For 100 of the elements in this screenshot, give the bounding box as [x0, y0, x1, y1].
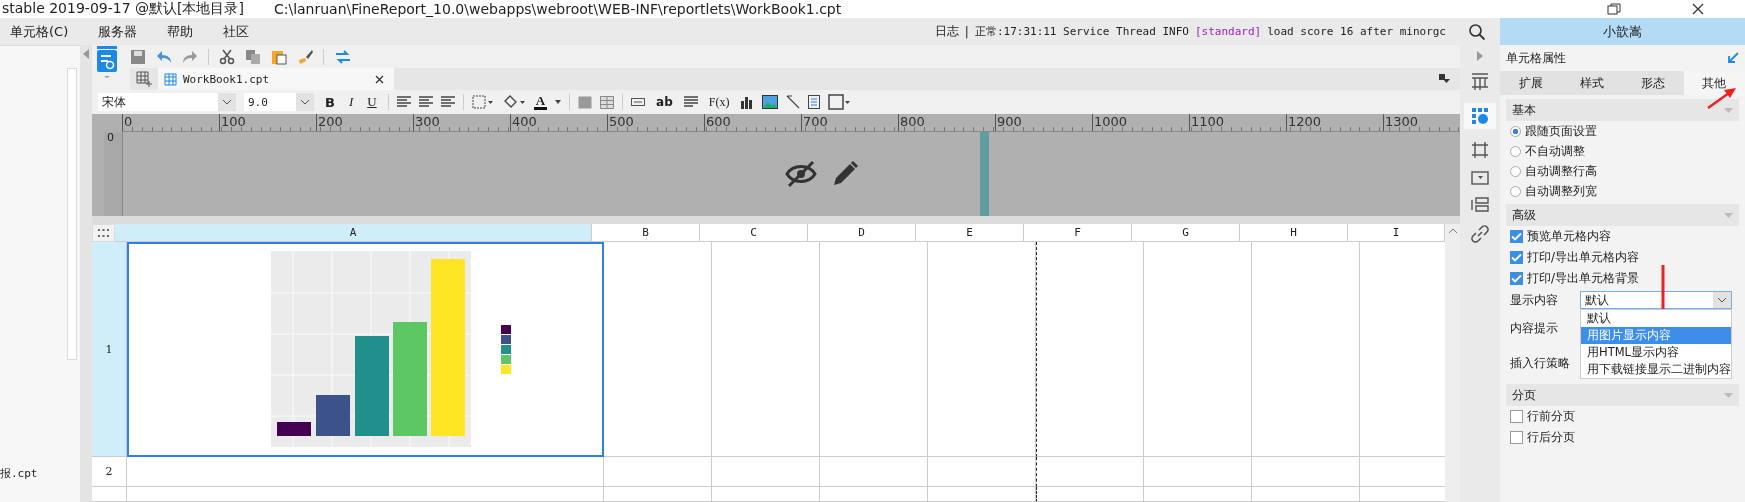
radio[interactable] — [1510, 165, 1521, 177]
brush-icon[interactable] — [297, 48, 313, 65]
file-tab[interactable]: WorkBook1.cpt — [158, 68, 394, 90]
checkbox[interactable] — [1510, 251, 1523, 264]
menu-item[interactable]: 单元格(C) — [0, 22, 89, 41]
scrollbar[interactable] — [67, 68, 77, 360]
split-cells-icon[interactable] — [600, 95, 615, 109]
cell-info-icon[interactable] — [1471, 107, 1489, 125]
column-header[interactable]: F — [1024, 224, 1132, 242]
column-header[interactable]: A — [115, 224, 592, 242]
copy-icon[interactable] — [245, 48, 261, 65]
property-tab[interactable]: 扩展 — [1500, 71, 1562, 95]
checkbox[interactable] — [1510, 431, 1523, 444]
radio[interactable] — [1510, 145, 1521, 157]
checkbox[interactable] — [1510, 410, 1523, 423]
merge-cells-icon[interactable] — [578, 95, 593, 109]
row-header[interactable]: 1 — [92, 242, 127, 457]
chevron-up-icon[interactable] — [1447, 228, 1458, 234]
radio-option[interactable]: 不自动调整 — [1506, 141, 1585, 161]
text-style-button[interactable]: I — [345, 94, 357, 110]
radio-option[interactable]: 自动调整行高 — [1506, 161, 1597, 181]
checkbox[interactable] — [1510, 230, 1523, 243]
table-cell[interactable] — [1144, 487, 1252, 502]
section-header[interactable]: 基本 — [1506, 99, 1739, 121]
align-icon[interactable] — [440, 96, 455, 108]
table-cell[interactable] — [604, 242, 712, 457]
close-icon[interactable] — [1691, 3, 1705, 15]
table-cell[interactable] — [1036, 457, 1144, 487]
crop-frame-icon[interactable] — [1471, 141, 1489, 159]
swap-icon[interactable] — [334, 48, 352, 65]
column-header[interactable]: B — [592, 224, 700, 242]
dropdown-icon[interactable] — [1439, 74, 1450, 84]
table-cell[interactable] — [127, 242, 604, 457]
column-header[interactable]: H — [1240, 224, 1348, 242]
align-icon[interactable] — [418, 96, 433, 108]
dropdown-option[interactable]: 用下载链接显示二进制内容 — [1581, 361, 1731, 378]
layers-icon[interactable] — [1471, 197, 1489, 213]
caret-icon[interactable] — [555, 100, 562, 104]
column-header[interactable]: E — [916, 224, 1024, 242]
table-cell[interactable] — [820, 487, 928, 502]
radio[interactable] — [1510, 125, 1521, 137]
link-icon[interactable] — [1471, 225, 1489, 243]
widget-icon[interactable] — [1471, 171, 1489, 185]
property-tab[interactable]: 其他 — [1683, 71, 1745, 95]
close-icon[interactable] — [375, 74, 384, 84]
table-cell[interactable] — [928, 242, 1036, 457]
table-cell[interactable] — [820, 242, 928, 457]
checkbox-option[interactable]: 预览单元格内容 — [1506, 226, 1611, 247]
font-select[interactable]: 宋体 — [98, 93, 236, 111]
dropdown-option[interactable]: 用HTML显示内容 — [1581, 344, 1731, 361]
table-cell[interactable] — [1144, 242, 1252, 457]
table-cell[interactable] — [712, 242, 820, 457]
paste-icon[interactable] — [271, 48, 287, 65]
dropdown-option[interactable]: 默认 — [1581, 310, 1731, 327]
bar-chart-icon[interactable] — [740, 95, 755, 109]
menu-item[interactable]: 社区 — [213, 22, 270, 41]
section-header[interactable]: 高级 — [1506, 204, 1739, 226]
text-style-button[interactable]: B — [322, 94, 338, 110]
table-cell[interactable] — [1252, 242, 1360, 457]
table-cell[interactable] — [604, 457, 712, 487]
formula-button[interactable]: F(x) — [705, 94, 733, 110]
font-color-button[interactable]: A — [533, 94, 548, 110]
form-icon[interactable] — [808, 95, 821, 109]
checkbox-option[interactable]: 行前分页 — [1506, 406, 1575, 427]
checkbox-option[interactable]: 行后分页 — [1506, 427, 1575, 448]
redo-icon[interactable] — [182, 48, 198, 65]
table-cell[interactable] — [127, 487, 604, 502]
table-icon[interactable] — [1471, 73, 1489, 91]
image-icon[interactable] — [762, 95, 779, 109]
scrollbar[interactable] — [1445, 224, 1460, 502]
table-cell[interactable] — [712, 457, 820, 487]
checkbox-option[interactable]: 打印/导出单元格内容 — [1506, 247, 1640, 268]
expand-icon[interactable] — [1477, 51, 1483, 61]
font-size-select[interactable]: 9.0 — [244, 93, 314, 111]
table-cell[interactable] — [820, 457, 928, 487]
collapse-icon[interactable] — [83, 49, 89, 59]
table-cell[interactable] — [604, 487, 712, 502]
row-header[interactable] — [92, 487, 127, 502]
arrow-icon[interactable] — [1727, 52, 1739, 64]
property-tab[interactable]: 形态 — [1622, 71, 1684, 95]
text-style-button[interactable]: U — [364, 94, 380, 110]
table-cell[interactable] — [712, 487, 820, 502]
table-cell[interactable] — [928, 457, 1036, 487]
table-cell[interactable] — [127, 457, 604, 487]
user-button[interactable]: 小歆嵩 — [1500, 18, 1745, 45]
column-header[interactable]: D — [808, 224, 916, 242]
scissors-icon[interactable] — [219, 48, 235, 65]
eye-slash-icon[interactable] — [784, 160, 817, 188]
grid-dots-icon[interactable] — [98, 229, 109, 237]
save-icon[interactable] — [130, 48, 146, 65]
property-tab[interactable]: 样式 — [1561, 71, 1623, 95]
column-header[interactable]: C — [700, 224, 808, 242]
wrap-text-button[interactable]: ab — [653, 95, 676, 109]
restore-icon[interactable] — [1607, 3, 1621, 15]
table-cell[interactable] — [1036, 487, 1144, 502]
menu-item[interactable]: 服务器 — [88, 22, 158, 41]
checkbox[interactable] — [1510, 272, 1523, 285]
slash-icon[interactable] — [786, 95, 801, 109]
paragraph-icon[interactable] — [683, 96, 698, 108]
table-cell[interactable] — [1144, 457, 1252, 487]
